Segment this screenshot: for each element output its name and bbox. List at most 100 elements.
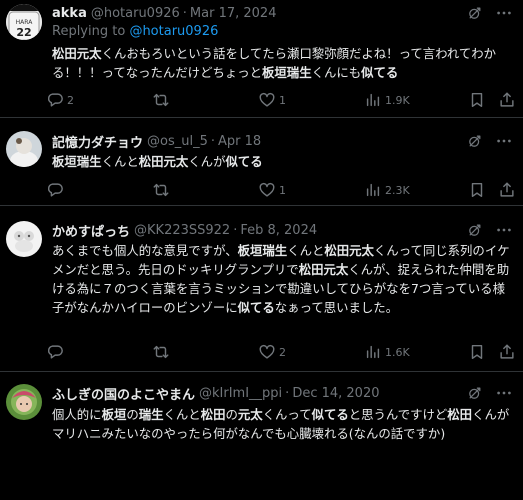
retweet-button[interactable] bbox=[152, 342, 173, 362]
bookmark-icon bbox=[471, 92, 483, 108]
retweet-icon bbox=[153, 93, 169, 107]
view-count: 2.3K bbox=[385, 183, 410, 197]
highlighted-term: 似てる bbox=[237, 300, 275, 315]
share-button[interactable] bbox=[498, 180, 516, 200]
bookmark-button[interactable] bbox=[468, 342, 486, 362]
text-segment: くんにも bbox=[311, 65, 362, 80]
replying-to-handle[interactable]: @hotaru0926 bbox=[129, 24, 218, 39]
display-name[interactable]: ふしぎの国のよこやまん bbox=[52, 384, 195, 403]
user-handle[interactable]: @kIrImI__ppi bbox=[199, 386, 282, 401]
reply-count: 2 bbox=[67, 93, 74, 107]
avatar[interactable] bbox=[6, 384, 42, 420]
highlighted-term: 松田 bbox=[200, 407, 226, 422]
views-button[interactable]: 1.9K bbox=[364, 90, 410, 110]
like-button[interactable]: 2 bbox=[258, 342, 286, 362]
tweet-header: ふしぎの国のよこやまん @kIrImI__ppi · Dec 14, 2020 bbox=[52, 383, 463, 403]
svg-text:HARA: HARA bbox=[16, 19, 34, 26]
reply-icon bbox=[47, 345, 63, 359]
like-count: 2 bbox=[279, 345, 286, 359]
replying-to-label: Replying to bbox=[52, 24, 126, 39]
like-button[interactable]: 1 bbox=[258, 90, 286, 110]
heart-icon bbox=[259, 182, 275, 197]
bookmark-button[interactable] bbox=[468, 180, 486, 200]
bookmark-icon bbox=[471, 344, 483, 360]
separator-dot: · bbox=[182, 5, 187, 21]
tweet-text: あくまでも個人的な意見ですが、板垣瑞生くんと松田元太くんって同じ系列のイケメンだ… bbox=[52, 241, 515, 317]
replying-to: Replying to @hotaru0926 bbox=[52, 24, 218, 39]
highlighted-term: 似てる bbox=[225, 154, 263, 169]
views-button[interactable]: 1.6K bbox=[364, 342, 410, 362]
more-options-icon[interactable] bbox=[495, 5, 513, 21]
highlighted-term: 松田元太 bbox=[298, 262, 349, 277]
retweet-button[interactable] bbox=[152, 90, 173, 110]
text-segment: くんと bbox=[287, 243, 325, 258]
share-button[interactable] bbox=[498, 90, 516, 110]
tweet-header: akka @hotaru0926 · Mar 17, 2024 bbox=[52, 3, 463, 23]
timestamp[interactable]: Mar 17, 2024 bbox=[190, 6, 277, 21]
grok-icon[interactable] bbox=[467, 133, 483, 149]
text-segment: の bbox=[126, 407, 139, 422]
highlighted-term: 板垣瑞生 bbox=[237, 243, 288, 258]
like-count: 1 bbox=[279, 183, 286, 197]
highlighted-term: 瑞生 bbox=[138, 407, 164, 422]
view-count: 1.9K bbox=[385, 93, 410, 107]
timestamp[interactable]: Feb 8, 2024 bbox=[240, 223, 317, 238]
more-options-icon[interactable] bbox=[495, 385, 513, 401]
views-icon bbox=[366, 183, 380, 197]
highlighted-term: 松田元太 bbox=[324, 243, 374, 258]
timestamp[interactable]: Dec 14, 2020 bbox=[292, 386, 379, 401]
reply-icon bbox=[47, 183, 63, 197]
tweet-3[interactable]: かめすぱっち @KK223SS922 · Feb 8, 2024 あくまでも個人… bbox=[0, 206, 523, 372]
more-options-icon[interactable] bbox=[495, 133, 513, 149]
view-count: 1.6K bbox=[385, 345, 410, 359]
tweet-header: 記憶力ダチョウ @os_ul_5 · Apr 18 bbox=[52, 131, 463, 151]
retweet-button[interactable] bbox=[152, 180, 173, 200]
reply-button[interactable]: 2 bbox=[46, 90, 74, 110]
tweet-1[interactable]: HARA 22 akka @hotaru0926 · Mar 17, 2024 … bbox=[0, 0, 523, 118]
grok-icon[interactable] bbox=[467, 222, 483, 238]
more-options-icon[interactable] bbox=[495, 222, 513, 238]
heart-icon bbox=[259, 92, 275, 107]
display-name[interactable]: かめすぱっち bbox=[52, 221, 130, 240]
tweet-4[interactable]: ふしぎの国のよこやまん @kIrImI__ppi · Dec 14, 2020 … bbox=[0, 372, 523, 500]
timestamp[interactable]: Apr 18 bbox=[218, 134, 261, 149]
bookmark-button[interactable] bbox=[468, 90, 486, 110]
share-button[interactable] bbox=[498, 342, 516, 362]
reply-button[interactable] bbox=[46, 180, 67, 200]
tweet-text: 個人的に板垣の瑞生くんと松田の元太くんって似てると思うんですけど松田くんがマリハ… bbox=[52, 405, 515, 443]
grok-icon[interactable] bbox=[467, 5, 483, 21]
text-segment: くんと bbox=[163, 407, 201, 422]
highlighted-term: 松田元太 bbox=[52, 46, 102, 61]
views-button[interactable]: 2.3K bbox=[364, 180, 410, 200]
tweet-text: 板垣瑞生くんと松田元太くんが似てる bbox=[52, 152, 515, 171]
share-icon bbox=[500, 182, 514, 197]
text-segment: なぁって思いました。 bbox=[274, 300, 399, 315]
heart-icon bbox=[259, 344, 275, 359]
avatar[interactable] bbox=[6, 131, 42, 167]
bookmark-icon bbox=[471, 182, 483, 198]
views-icon bbox=[366, 93, 380, 107]
action-bar: 1 2.3K bbox=[46, 180, 517, 200]
separator-dot: · bbox=[233, 222, 238, 238]
reply-button[interactable] bbox=[46, 342, 67, 362]
display-name[interactable]: 記憶力ダチョウ bbox=[52, 132, 143, 151]
retweet-icon bbox=[153, 183, 169, 197]
display-name[interactable]: akka bbox=[52, 6, 87, 21]
highlighted-term: 板垣 bbox=[101, 407, 127, 422]
action-bar: 2 1.6K bbox=[46, 342, 517, 362]
tweet-2[interactable]: 記憶力ダチョウ @os_ul_5 · Apr 18 板垣瑞生くんと松田元太くんが… bbox=[0, 118, 523, 206]
grok-icon[interactable] bbox=[467, 385, 483, 401]
retweet-icon bbox=[153, 345, 169, 359]
svg-text:22: 22 bbox=[16, 26, 31, 39]
avatar[interactable] bbox=[6, 221, 42, 257]
separator-dot: · bbox=[210, 133, 216, 149]
share-icon bbox=[500, 92, 514, 107]
like-button[interactable]: 1 bbox=[258, 180, 286, 200]
share-icon bbox=[500, 344, 514, 359]
highlighted-term: 松田元太 bbox=[138, 154, 189, 169]
user-handle[interactable]: @KK223SS922 bbox=[134, 223, 230, 238]
avatar[interactable]: HARA 22 bbox=[6, 4, 42, 40]
highlighted-term: 似てる bbox=[361, 65, 399, 80]
user-handle[interactable]: @hotaru0926 bbox=[91, 6, 180, 21]
user-handle[interactable]: @os_ul_5 bbox=[147, 134, 208, 149]
